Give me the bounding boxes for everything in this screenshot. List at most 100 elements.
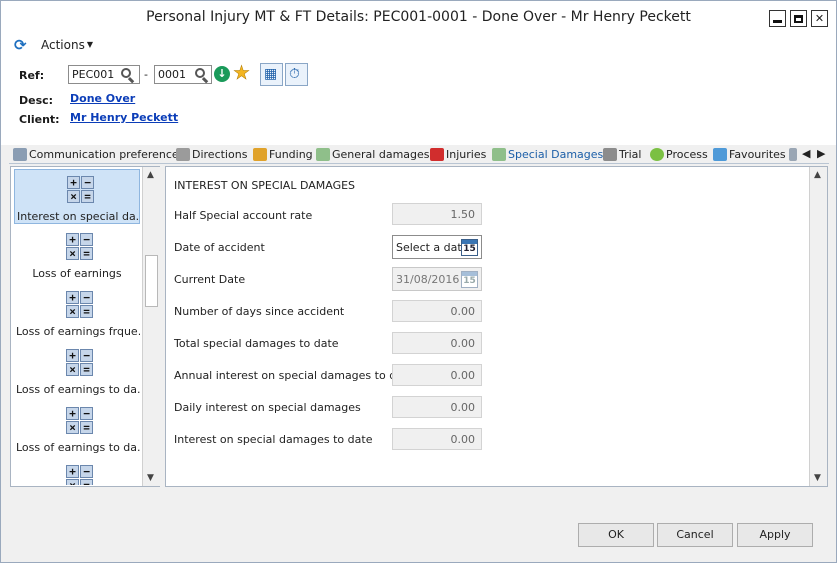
tab-label: Directions: [192, 148, 248, 161]
calendar-icon[interactable]: 15: [461, 239, 478, 256]
minimize-icon: [773, 20, 782, 23]
matter-header: Ref: PEC001 - 0001 ↓ ★ ▦ ⏱ Desc: Done Ov…: [1, 57, 836, 145]
list-item[interactable]: + − × = Loss of earnings frque...: [14, 285, 140, 340]
cancel-button[interactable]: Cancel: [657, 523, 733, 547]
calculation-panel: INTEREST ON SPECIAL DAMAGES Half Special…: [165, 166, 828, 487]
tab-scroll-left-icon[interactable]: ◀: [802, 147, 810, 160]
money-icon: [316, 148, 330, 161]
tab-general-damages[interactable]: General damages: [316, 146, 430, 163]
calculator-icon: +−×=: [66, 233, 93, 260]
calculator-icon: +−×=: [66, 291, 93, 318]
days-since-accident-label: Number of days since accident: [174, 305, 345, 318]
calculator-icon: ▦: [264, 66, 278, 82]
ok-button[interactable]: OK: [578, 523, 654, 547]
interest-to-date-field: 0.00: [392, 428, 482, 450]
maximize-icon: [794, 14, 803, 23]
window-title: Personal Injury MT & FT Details: PEC001-…: [146, 9, 691, 25]
current-date-picker: 31/08/2016 15: [392, 267, 482, 291]
actions-menu[interactable]: Actions ▼: [41, 38, 93, 52]
client-link[interactable]: Mr Henry Peckett: [70, 111, 178, 124]
list-item[interactable]: + − × = Loss of earnings: [14, 227, 140, 282]
search-icon[interactable]: [195, 68, 209, 84]
half-rate-field: 1.50: [392, 203, 482, 225]
client-ref-input[interactable]: PEC001: [68, 65, 140, 84]
annual-interest-label: Annual interest on special damages to da…: [174, 369, 415, 382]
client-ref-value: PEC001: [72, 68, 115, 81]
tab-label: Special Damages: [508, 148, 604, 161]
green-plus-icon: [650, 148, 664, 161]
matter-ref-value: 0001: [158, 68, 186, 81]
close-icon: ✕: [814, 12, 825, 25]
first-aid-icon: [430, 148, 444, 161]
section-title: INTEREST ON SPECIAL DAMAGES: [174, 179, 356, 192]
scroll-thumb[interactable]: [145, 255, 158, 307]
tab-funding[interactable]: Funding: [253, 146, 313, 163]
tab-label: Communication preferences: [29, 148, 185, 161]
panel-scrollbar[interactable]: ▲ ▼: [809, 167, 827, 486]
daily-interest-field: 0.00: [392, 396, 482, 418]
arrow-down-icon[interactable]: ↓: [214, 66, 230, 82]
desc-link[interactable]: Done Over: [70, 92, 135, 105]
total-special-damages-label: Total special damages to date: [174, 337, 339, 350]
close-button[interactable]: ✕: [811, 10, 828, 27]
tab-favourites[interactable]: Favourites: [713, 146, 786, 163]
search-icon[interactable]: [121, 68, 135, 84]
timer-button[interactable]: ⏱: [285, 63, 308, 86]
tab-more[interactable]: [789, 146, 799, 163]
calculator-icon: +−×=: [67, 176, 94, 203]
favourite-star-icon[interactable]: ★: [233, 63, 251, 84]
tab-label: Process: [666, 148, 708, 161]
tab-label: Favourites: [729, 148, 786, 161]
tab-trial[interactable]: Trial: [603, 146, 641, 163]
ref-label: Ref:: [19, 69, 45, 82]
more-tab-icon: [789, 148, 797, 161]
tab-label: Injuries: [446, 148, 487, 161]
list-item-label: Loss of earnings: [32, 267, 122, 280]
total-special-damages-field: 0.00: [392, 332, 482, 354]
scroll-up-icon[interactable]: ▲: [814, 170, 821, 180]
current-date-value: 31/08/2016: [396, 273, 460, 286]
tab-injuries[interactable]: Injuries: [430, 146, 486, 163]
calculator-button[interactable]: ▦: [260, 63, 283, 86]
maximize-button[interactable]: [790, 10, 807, 27]
building-icon: [176, 148, 190, 161]
court-icon: [603, 148, 617, 161]
list-item[interactable]: +−×=: [14, 459, 140, 485]
list-item-label: Interest on special da...: [17, 210, 139, 223]
minimize-button[interactable]: [769, 10, 786, 27]
client-label: Client:: [19, 113, 60, 126]
tab-scroll-right-icon[interactable]: ▶: [817, 147, 825, 160]
date-of-accident-label: Date of accident: [174, 241, 265, 254]
apply-button[interactable]: Apply: [737, 523, 813, 547]
list-item[interactable]: + − × = Loss of earnings to da...: [14, 343, 140, 398]
calculator-icon: +−×=: [66, 349, 93, 376]
tab-process[interactable]: Process: [650, 146, 708, 163]
daily-interest-label: Daily interest on special damages: [174, 401, 361, 414]
coins-icon: [253, 148, 267, 161]
tab-special-damages[interactable]: Special Damages: [492, 146, 603, 163]
tab-label: Trial: [619, 148, 642, 161]
calculator-icon: +−×=: [66, 465, 93, 485]
tab-communication-preferences[interactable]: Communication preferences: [13, 146, 184, 163]
current-date-label: Current Date: [174, 273, 246, 286]
matter-ref-input[interactable]: 0001: [154, 65, 212, 84]
calendar-icon: 15: [461, 271, 478, 288]
stopwatch-icon: ⏱: [289, 66, 300, 82]
days-since-accident-field: 0.00: [392, 300, 482, 322]
details-window: Personal Injury MT & FT Details: PEC001-…: [0, 0, 837, 563]
list-scrollbar[interactable]: ▲ ▼: [142, 167, 160, 486]
scroll-up-icon[interactable]: ▲: [147, 170, 154, 180]
ref-separator: -: [144, 68, 148, 81]
desc-label: Desc:: [19, 94, 54, 107]
date-of-accident-placeholder: Select a date: [396, 241, 469, 254]
title-bar: Personal Injury MT & FT Details: PEC001-…: [1, 1, 836, 33]
tab-strip: Communication preferences Directions Fun…: [9, 145, 829, 164]
list-item-label: Loss of earnings to da...: [16, 441, 140, 454]
refresh-icon[interactable]: ⟳: [14, 37, 30, 53]
tab-directions[interactable]: Directions: [176, 146, 247, 163]
scroll-down-icon[interactable]: ▼: [147, 473, 154, 483]
date-of-accident-picker[interactable]: Select a date 15: [392, 235, 482, 259]
list-item[interactable]: + − × = Interest on special da...: [14, 169, 140, 224]
scroll-down-icon[interactable]: ▼: [814, 473, 821, 483]
list-item[interactable]: + − × = Loss of earnings to da...: [14, 401, 140, 456]
